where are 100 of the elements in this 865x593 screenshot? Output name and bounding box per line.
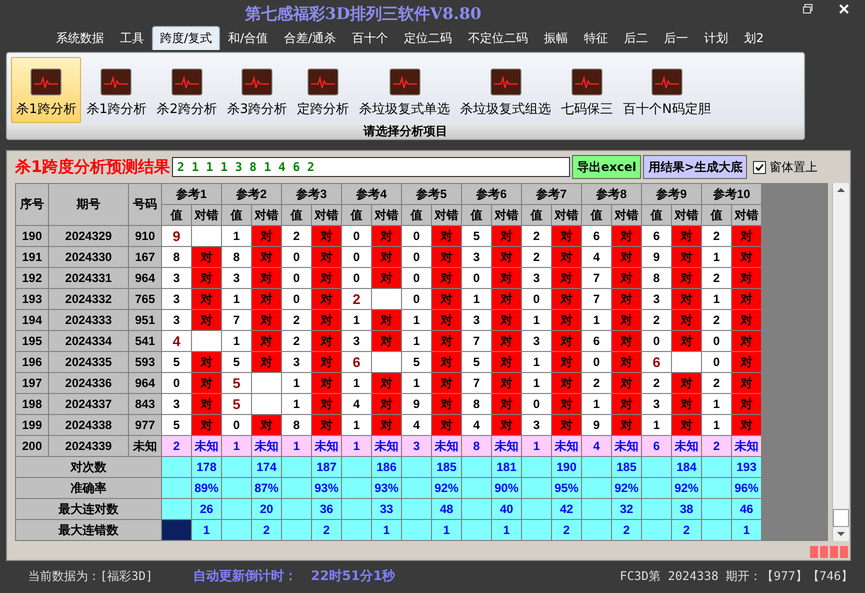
value-cell: 3 bbox=[342, 330, 372, 352]
table-cell: 964 bbox=[128, 372, 162, 394]
menu-tab[interactable]: 振幅 bbox=[536, 26, 576, 50]
stat-cell: 96% bbox=[732, 478, 762, 498]
menu-tab[interactable]: 合差/通杀 bbox=[276, 26, 344, 50]
value-cell: 4 bbox=[342, 394, 372, 414]
value-cell: 1 bbox=[342, 310, 372, 330]
sub-header: 对错 bbox=[192, 204, 222, 226]
hit-cell: 对 bbox=[732, 310, 762, 330]
menu-tab[interactable]: 工具 bbox=[112, 26, 152, 50]
table-cell: 964 bbox=[128, 268, 162, 288]
table-cell: 198 bbox=[16, 394, 48, 414]
ribbon-button[interactable]: 杀1跨分析 bbox=[11, 57, 82, 123]
ribbon-button[interactable]: 杀2跨分析 bbox=[152, 57, 222, 123]
sub-header: 对错 bbox=[252, 204, 282, 226]
sub-header: 值 bbox=[522, 204, 552, 226]
value-cell: 3 bbox=[162, 268, 192, 288]
window-title: 第七感福彩3D排列三软件V8.80 bbox=[245, 4, 482, 24]
hit-cell: 对 bbox=[312, 394, 342, 414]
ribbon-button[interactable]: 杀垃圾复式单选 bbox=[354, 57, 456, 123]
table-cell: 未知 bbox=[128, 436, 162, 456]
hit-cell: 对 bbox=[372, 394, 402, 414]
generate-button[interactable]: 用结果>生成大底 bbox=[643, 155, 748, 179]
sub-header: 对错 bbox=[432, 204, 462, 226]
result-field[interactable]: 2 1 1 1 3 8 1 4 6 2 bbox=[172, 157, 570, 177]
hit-cell: 对 bbox=[552, 288, 582, 310]
hit-cell: 对 bbox=[492, 352, 522, 372]
hit-cell: 对 bbox=[432, 414, 462, 436]
value-cell: 1 bbox=[222, 330, 252, 352]
hit-cell: 对 bbox=[732, 414, 762, 436]
ribbon-button[interactable]: 定跨分析 bbox=[292, 57, 354, 123]
menu-tab[interactable]: 和/合值 bbox=[220, 26, 276, 50]
menu-tab[interactable]: 后二 bbox=[616, 26, 656, 50]
stat-cell: 33 bbox=[372, 498, 402, 520]
countdown-text: 22时51分1秒 bbox=[310, 568, 396, 585]
restore-icon[interactable] bbox=[803, 4, 813, 14]
close-icon[interactable] bbox=[839, 4, 849, 14]
ribbon-button[interactable]: 杀3跨分析 bbox=[222, 57, 292, 123]
value-cell: 3 bbox=[522, 330, 552, 352]
value-cell: 8 bbox=[282, 414, 312, 436]
menu-tab[interactable]: 特征 bbox=[576, 26, 616, 50]
table-cell: 977 bbox=[128, 414, 162, 436]
hit-cell: 对 bbox=[492, 268, 522, 288]
hit-cell: 对 bbox=[612, 246, 642, 268]
value-cell: 2 bbox=[702, 372, 732, 394]
menu-tab[interactable]: 计划 bbox=[696, 26, 736, 50]
menu-tab[interactable]: 划2 bbox=[736, 26, 772, 50]
hit-cell: 对 bbox=[672, 246, 702, 268]
value-cell: 2 bbox=[582, 372, 612, 394]
ribbon-button[interactable]: 杀垃圾复式组选 bbox=[455, 57, 556, 123]
stat-cell: 46 bbox=[732, 498, 762, 520]
hit-cell: 对 bbox=[252, 414, 282, 436]
value-cell: 2 bbox=[342, 288, 372, 310]
stat-cell: 178 bbox=[192, 456, 222, 478]
menu-tab[interactable]: 后一 bbox=[656, 26, 696, 50]
stat-cell: 181 bbox=[492, 456, 522, 478]
heartbeat-chart-icon bbox=[240, 68, 273, 96]
scroll-down-icon[interactable] bbox=[837, 531, 845, 537]
scroll-up-icon[interactable] bbox=[837, 187, 845, 193]
menu-tab[interactable]: 不定位二码 bbox=[460, 26, 536, 50]
hit-cell: 对 bbox=[672, 310, 702, 330]
value-cell: 5 bbox=[222, 394, 252, 414]
sub-header: 对错 bbox=[492, 204, 522, 226]
stat-cell: 36 bbox=[312, 498, 342, 520]
value-cell: 2 bbox=[282, 330, 312, 352]
hit-cell: 对 bbox=[732, 226, 762, 246]
prediction-cell: 未知 bbox=[492, 436, 522, 456]
ribbon-button[interactable]: 七码保三 bbox=[556, 57, 618, 123]
hit-cell: 对 bbox=[192, 394, 222, 414]
ribbon-button[interactable]: 杀1跨分析 bbox=[81, 57, 152, 123]
scrollbar[interactable] bbox=[832, 183, 849, 541]
table-cell: 2024330 bbox=[48, 246, 128, 268]
value-cell: 1 bbox=[582, 310, 612, 330]
hit-cell: 对 bbox=[192, 310, 222, 330]
checkbox[interactable] bbox=[753, 160, 766, 174]
menu-tab[interactable]: 定位二码 bbox=[396, 26, 460, 50]
value-cell: 0 bbox=[342, 246, 372, 268]
value-cell: 4 bbox=[402, 414, 432, 436]
value-cell: 1 bbox=[702, 414, 732, 436]
export-button[interactable]: 导出excel bbox=[572, 155, 642, 179]
value-cell: 7 bbox=[582, 288, 612, 310]
menu-tab[interactable]: 系统数据 bbox=[48, 26, 112, 50]
heartbeat-chart-icon bbox=[571, 68, 604, 96]
table-cell: 196 bbox=[16, 352, 48, 372]
stat-cell: 1 bbox=[732, 520, 762, 540]
stat-cell: 2 bbox=[612, 520, 642, 540]
hit-cell: 对 bbox=[732, 352, 762, 372]
prediction-cell: 未知 bbox=[432, 436, 462, 456]
scroll-thumb[interactable] bbox=[833, 509, 849, 527]
menu-tab[interactable]: 百十个 bbox=[344, 26, 396, 50]
ribbon-button[interactable]: 百十个N码定胆 bbox=[618, 57, 716, 123]
menu-tab[interactable]: 跨度/复式 bbox=[152, 26, 220, 50]
value-cell: 3 bbox=[162, 288, 192, 310]
sub-header: 值 bbox=[462, 204, 492, 226]
prediction-cell: 1 bbox=[522, 436, 552, 456]
stat-cell: 193 bbox=[732, 456, 762, 478]
sub-header: 值 bbox=[642, 204, 672, 226]
ribbon-group-label: 请选择分析项目 bbox=[7, 123, 804, 139]
value-cell: 1 bbox=[462, 288, 492, 310]
value-cell: 7 bbox=[462, 372, 492, 394]
